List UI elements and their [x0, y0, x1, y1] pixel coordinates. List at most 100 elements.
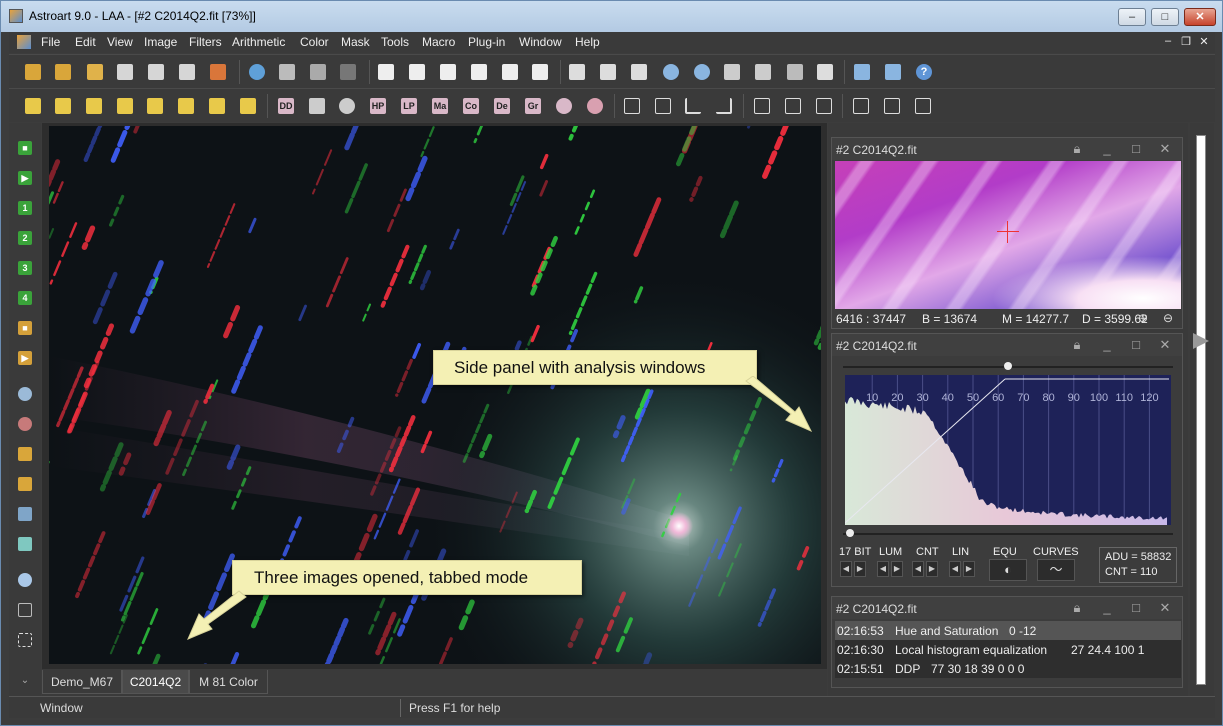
clock-icon[interactable] [468, 61, 490, 83]
chevron-down-icon[interactable]: ⌄ [16, 675, 34, 693]
align-bottom-right-icon[interactable] [713, 95, 735, 117]
refresh-icon[interactable] [246, 61, 268, 83]
pane-maximize-icon[interactable]: □ [1128, 600, 1144, 616]
crop-icon[interactable] [751, 95, 773, 117]
mdi-minimize-button[interactable]: – [1161, 35, 1175, 47]
info-window-icon[interactable] [499, 61, 521, 83]
zoom-in-icon[interactable]: ⊕ [1135, 310, 1151, 326]
lock-icon[interactable]: 🔒︎ [1069, 141, 1085, 157]
menu-edit[interactable]: Edit [75, 35, 96, 49]
preset-1-button[interactable]: 1 [16, 199, 34, 217]
grid-icon[interactable] [782, 95, 804, 117]
subtract-icon[interactable] [52, 95, 74, 117]
gradient-button[interactable]: Gr [522, 95, 544, 117]
close-image-icon[interactable] [207, 61, 229, 83]
white-point-handle[interactable] [1004, 362, 1012, 370]
pane-minimize-icon[interactable]: _ [1099, 337, 1115, 353]
record-icon[interactable]: ■ [16, 319, 34, 337]
pane-minimize-icon[interactable]: _ [1099, 600, 1115, 616]
zoom-out-icon[interactable] [691, 61, 713, 83]
lin-prev-button[interactable]: ◀ [949, 561, 961, 577]
perspective-icon[interactable] [882, 61, 904, 83]
zoom-fit-icon[interactable] [721, 61, 743, 83]
open-icon[interactable] [22, 61, 44, 83]
tile-horizontal-icon[interactable] [621, 95, 643, 117]
deconvolution-button[interactable]: De [491, 95, 513, 117]
open-folder-icon[interactable] [52, 61, 74, 83]
preview-image[interactable] [835, 161, 1181, 309]
mask-button[interactable]: Ma [429, 95, 451, 117]
browse-folder-icon[interactable] [84, 61, 106, 83]
document-icon[interactable] [17, 35, 31, 49]
menu-image[interactable]: Image [144, 35, 177, 49]
mdi-restore-button[interactable]: ❐ [1179, 35, 1193, 48]
pane-close-icon[interactable]: ✕ [1157, 600, 1173, 616]
transform-icon[interactable] [276, 61, 298, 83]
equalize-button[interactable]: ◐ [989, 559, 1027, 581]
frame-icon[interactable] [813, 95, 835, 117]
pane-minimize-icon[interactable]: _ [1099, 141, 1115, 157]
add-icon[interactable] [22, 95, 44, 117]
pane-close-icon[interactable]: ✕ [1157, 141, 1173, 157]
bars-icon[interactable] [306, 95, 328, 117]
align-icon[interactable] [851, 61, 873, 83]
globe-icon[interactable] [529, 61, 551, 83]
highpass-button[interactable]: HP [367, 95, 389, 117]
paste-icon[interactable] [337, 61, 359, 83]
lin-next-button[interactable]: ▶ [963, 561, 975, 577]
dots-filter-icon[interactable] [553, 95, 575, 117]
curves-button[interactable]: 〜 [1037, 559, 1075, 581]
menu-tools[interactable]: Tools [381, 35, 409, 49]
pane-maximize-icon[interactable]: □ [1128, 141, 1144, 157]
scrollbar-track[interactable] [1196, 135, 1206, 685]
cnt-prev-button[interactable]: ◀ [912, 561, 924, 577]
pane-close-icon[interactable]: ✕ [1157, 337, 1173, 353]
histogram-chart[interactable]: 10 20 30 40 50 60 70 80 90 100 110 120 [845, 375, 1171, 525]
close-button[interactable]: ✕ [1184, 8, 1216, 26]
menu-file[interactable]: File [41, 35, 60, 49]
preset-2-button[interactable]: 2 [16, 229, 34, 247]
bit-next-button[interactable]: ▶ [854, 561, 866, 577]
menu-color[interactable]: Color [300, 35, 329, 49]
plus-image-icon[interactable] [175, 95, 197, 117]
window-grid-icon[interactable] [628, 61, 650, 83]
preset-3-button[interactable]: 3 [16, 259, 34, 277]
grid-add-icon[interactable] [16, 445, 34, 463]
add-star-icon[interactable] [16, 385, 34, 403]
table-row[interactable]: 02:16:30 Local histogram equalization 27… [835, 640, 1181, 659]
save-as-icon[interactable] [145, 61, 167, 83]
remove-star-icon[interactable] [16, 415, 34, 433]
monitor-icon[interactable] [784, 61, 806, 83]
median-icon[interactable] [144, 95, 166, 117]
save-icon[interactable] [114, 61, 136, 83]
step-icon[interactable]: ▶ [16, 349, 34, 367]
preset-4-button[interactable]: 4 [16, 289, 34, 307]
menu-plugin[interactable]: Plug-in [468, 35, 505, 49]
menu-view[interactable]: View [107, 35, 133, 49]
function-icon[interactable] [237, 95, 259, 117]
panel-scrollbar[interactable] [1190, 123, 1214, 696]
lum-prev-button[interactable]: ◀ [877, 561, 889, 577]
selection-icon[interactable] [16, 631, 34, 649]
measure-icon[interactable] [16, 535, 34, 553]
divide-icon[interactable] [83, 95, 105, 117]
menu-mask[interactable]: Mask [341, 35, 370, 49]
sum-icon[interactable] [437, 61, 459, 83]
stop-icon[interactable]: ■ [16, 139, 34, 157]
menu-arithmetic[interactable]: Arithmetic [232, 35, 285, 49]
black-point-slider[interactable] [843, 533, 1173, 535]
play-icon[interactable]: ▶ [16, 169, 34, 187]
zoom-in-icon[interactable] [660, 61, 682, 83]
help-icon[interactable]: ? [913, 61, 935, 83]
side-panel-icon[interactable] [814, 61, 836, 83]
menu-window[interactable]: Window [519, 35, 562, 49]
align-bottom-left-icon[interactable] [682, 95, 704, 117]
maximize-button[interactable]: □ [1151, 8, 1179, 26]
tile-vertical-icon[interactable] [652, 95, 674, 117]
zoom-out-icon[interactable]: ⊖ [1160, 310, 1176, 326]
histogram-icon[interactable] [375, 61, 397, 83]
mdi-close-button[interactable]: ✕ [1197, 35, 1211, 48]
tab-c2014q2[interactable]: C2014Q2 [122, 670, 189, 694]
profile-icon[interactable] [16, 505, 34, 523]
lock-icon[interactable]: 🔒︎ [1069, 337, 1085, 353]
